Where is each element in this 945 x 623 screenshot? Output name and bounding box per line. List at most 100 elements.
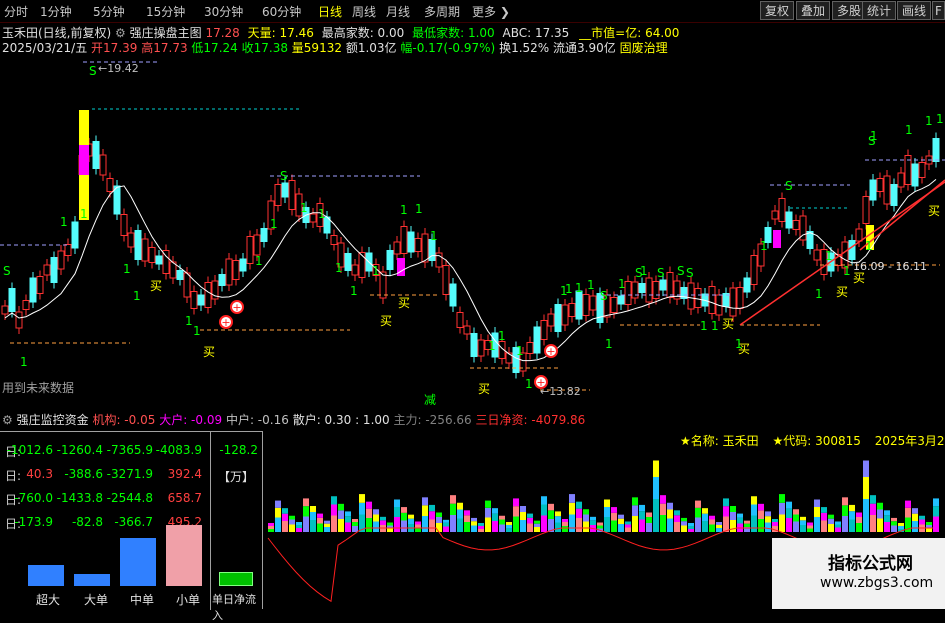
fund-flow-segment [786, 508, 792, 518]
fund-flow-segment [653, 460, 659, 477]
fund-flow-segment [877, 509, 883, 519]
candlesticks [1, 110, 940, 379]
fund-flow-segment [275, 507, 281, 518]
fund-flow-segment [541, 504, 547, 516]
fund-flow-segment [450, 495, 456, 504]
candle-body [309, 213, 317, 223]
fund-flow-segment [352, 522, 358, 526]
fund-flow-segment [793, 514, 799, 522]
cell: -7365.9 [106, 443, 153, 457]
fund-flow-segment [310, 506, 316, 512]
candle-body [876, 178, 884, 192]
fund-flow-segment [520, 520, 526, 532]
site-watermark: 指标公式网 www.zbgs3.com [772, 538, 945, 609]
count-signal-label: 1 [400, 203, 408, 217]
sell-signal-label: S [785, 179, 793, 193]
candle-body [92, 141, 100, 169]
fund-flow-segment [282, 508, 288, 514]
fund-flow-segment [513, 506, 519, 517]
fund-flow-segment [709, 519, 715, 525]
candle-body [1, 305, 9, 315]
count-signal-label: 1 [905, 123, 913, 137]
fund-flow-segment [786, 501, 792, 509]
fund-flow-segment [569, 502, 575, 515]
bar-label: 中单 [130, 593, 155, 607]
fund-flow-segment [275, 500, 281, 508]
cell: -4083.9 [155, 443, 202, 457]
candle-body [148, 247, 156, 263]
candle-body [358, 252, 366, 278]
fund-flow-segment [723, 498, 729, 507]
fund-flow-segment [758, 519, 764, 532]
fund-flow-segment [548, 510, 554, 519]
candle-body [617, 295, 625, 305]
unit-label: 【万】 [218, 470, 255, 484]
fund-flow-segment [436, 523, 442, 532]
fund-flow-segment [583, 514, 589, 522]
fund-flow-segment [625, 521, 631, 525]
candle-body [120, 214, 128, 236]
fund-flow-segment [296, 525, 302, 528]
candle-body [127, 232, 135, 248]
kline-chart[interactable]: SSSS S S SSSS买买买买买买买买买买1111111111 11111 11111… [0, 0, 945, 408]
fund-flow-segment [884, 510, 890, 516]
candle-body [50, 257, 58, 283]
fund-flow-segment [534, 520, 540, 524]
highlight-candle [79, 110, 89, 145]
candle-body [547, 313, 555, 327]
buy-signal-label: 买 [836, 285, 848, 299]
divider [210, 432, 211, 610]
fund-flow-segment [443, 519, 449, 523]
fund-flow-segment [492, 513, 498, 521]
fund-flow-segment [562, 522, 568, 526]
candle-body [463, 325, 471, 335]
fund-flow-segment [674, 522, 680, 532]
candle-body [64, 244, 72, 256]
count-signal-label: 1 [525, 377, 533, 391]
fund-flow-segment [415, 524, 421, 528]
fund-flow-segment [590, 520, 596, 525]
count-signal-label: 1 [498, 329, 506, 343]
count-signal-label: 1 [335, 261, 343, 275]
fund-flow-segment [891, 521, 897, 526]
candle-body [134, 230, 142, 260]
fund-flow-segment [534, 523, 540, 527]
fund-flow-segment [639, 519, 645, 532]
candle-body [771, 210, 779, 220]
candle-body [288, 180, 296, 210]
minus-label: 减 [424, 393, 436, 407]
fund-flow-segment [303, 498, 309, 507]
fund-flow-segment [807, 525, 813, 529]
fund-flow-segment [478, 526, 484, 529]
fund-flow-segment [891, 517, 897, 522]
candle-body [883, 175, 891, 205]
fund-flow-segment [499, 519, 505, 525]
fund-flow-segment [422, 497, 428, 506]
candle-body [274, 184, 282, 206]
candle-body [897, 172, 905, 188]
candle-body [505, 352, 513, 364]
fund-flow-segment [863, 499, 869, 532]
fund-flow-segment [485, 517, 491, 532]
fund-flow-segment [499, 515, 505, 520]
fund-flow-segment [520, 512, 526, 520]
fund-flow-segment [289, 519, 295, 525]
count-signal-label: 1 [565, 282, 573, 296]
candle-body [141, 238, 149, 262]
cell: -366.7 [114, 515, 153, 529]
order-size-bar [120, 538, 156, 586]
fund-flow-segment [422, 516, 428, 532]
fund-flow-segment [646, 523, 652, 532]
fund-flow-segment [499, 524, 505, 532]
count-signal-label: 1 [318, 207, 326, 221]
count-signal-label: 1 [640, 264, 648, 278]
count-signal-label: 1 [700, 319, 708, 333]
fund-flow-segment [702, 521, 708, 532]
fund-flow-segment [478, 529, 484, 532]
fund-flow-segment [478, 523, 484, 526]
cell: 392.4 [167, 467, 202, 481]
candle-body [736, 287, 744, 309]
fund-flow-segment [471, 517, 477, 522]
high-price-label: ←19.42 [98, 62, 139, 75]
fund-flow-segment [324, 523, 330, 527]
